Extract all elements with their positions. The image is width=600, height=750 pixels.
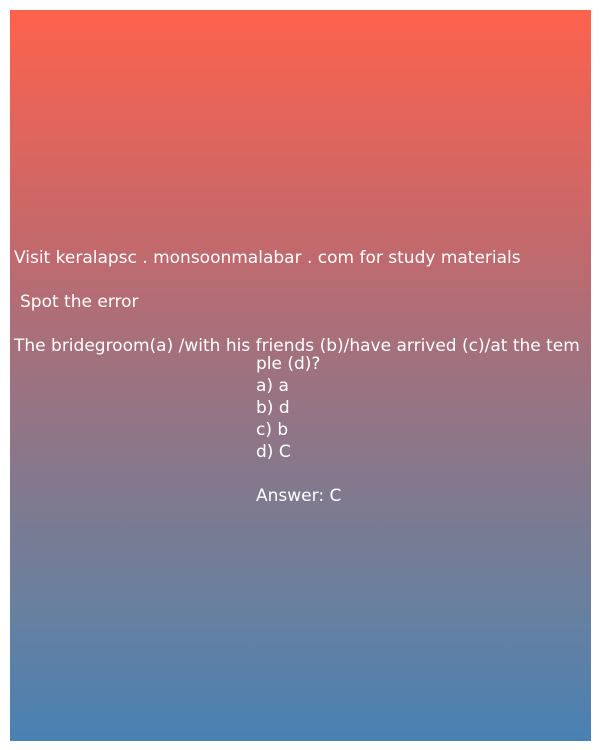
- instruction-text: Spot the error: [20, 292, 139, 312]
- option-c: c) b: [256, 420, 289, 440]
- question-text-line-2: ple (d)?: [256, 354, 321, 374]
- answer-text: Answer: C: [256, 486, 342, 506]
- option-b: b) d: [256, 398, 290, 418]
- answer-options: a) a b) d c) b d) C: [256, 375, 291, 463]
- question-card: Visit keralapsc . monsoonmalabar . com f…: [10, 10, 591, 741]
- option-d: d) C: [256, 442, 291, 462]
- study-materials-text: Visit keralapsc . monsoonmalabar . com f…: [14, 248, 521, 268]
- option-a: a) a: [256, 376, 289, 396]
